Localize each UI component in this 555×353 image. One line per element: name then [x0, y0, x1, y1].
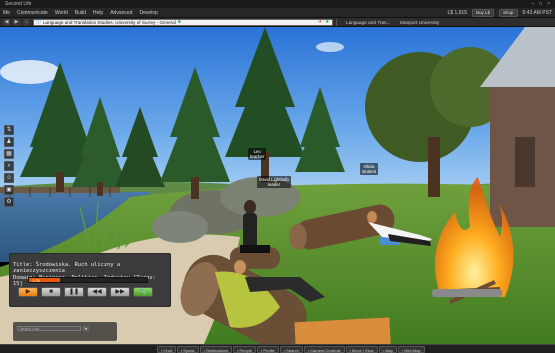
chat-input[interactable]: Nearby chat — [17, 326, 81, 331]
location-status-icons: ✈ ★ — [318, 18, 330, 25]
people-button-label: People — [239, 347, 252, 353]
menu-world[interactable]: World — [55, 10, 68, 16]
search-icon: ▪ — [283, 347, 286, 353]
move-icon: ▪ — [349, 347, 351, 353]
camera-controls-button[interactable]: ▪Camera Controls — [303, 345, 345, 353]
walk-icon[interactable]: ⇅ — [4, 125, 14, 135]
cloud — [0, 60, 60, 84]
settings-icon[interactable]: ⚙ — [4, 197, 14, 207]
fire-pit — [432, 289, 502, 297]
location-text[interactable]: Language and Translation Studies, Univer… — [43, 20, 176, 25]
inventory-icon[interactable]: ▦ — [4, 149, 14, 159]
window-title: Second Life — [5, 1, 32, 7]
nearby-chat-box: Nearby chat ▾ — [13, 322, 117, 341]
avatar-status: reader — [267, 182, 281, 187]
location-bar[interactable]: ⓘ Language and Translation Studies, Univ… — [33, 18, 333, 26]
camera-controls-button-label: Camera Controls — [310, 347, 341, 353]
menu-me[interactable]: Me — [3, 10, 10, 16]
menu-help[interactable]: Help — [93, 10, 103, 16]
gestures-icon[interactable]: ☺ — [4, 173, 14, 183]
menu-bar: Me Communicate World Build Help Advanced… — [0, 8, 555, 18]
maximize-button[interactable]: □ — [539, 1, 542, 7]
people-icon: ▪ — [237, 347, 239, 353]
rock — [152, 211, 208, 243]
map-button-label: Map — [385, 347, 393, 353]
bottom-toolbar: ▪Chat ▪Speak ▪Destinations ▪People ▪Prof… — [0, 344, 555, 353]
appearance-icon[interactable]: ♟ — [4, 137, 14, 147]
building-door — [515, 137, 535, 187]
mini-map-button-label: Mini-Map — [404, 347, 421, 353]
rewind-icon[interactable]: ◀◀ — [87, 287, 107, 297]
search-icon[interactable]: ⌕ — [4, 161, 14, 171]
avatar-status: student — [362, 169, 377, 174]
people-button[interactable]: ▪People — [233, 345, 256, 353]
play-icon[interactable]: ▶ — [18, 287, 38, 297]
map-icon: ▪ — [382, 347, 385, 353]
wrench-icon[interactable]: 🔧 — [133, 287, 153, 297]
chat-button[interactable]: ▪Chat — [157, 345, 176, 353]
window-title-bar[interactable]: Second Life – □ × — [0, 0, 555, 8]
menu-develop[interactable]: Develop — [139, 10, 157, 16]
favorite-landmark-1[interactable]: Language and Tran... — [346, 20, 391, 25]
pause-icon[interactable]: ❚❚ — [64, 287, 84, 297]
speak-button-label: Speak — [183, 347, 195, 353]
close-button[interactable]: × — [547, 1, 550, 7]
snapshot-icon[interactable]: ▣ — [4, 185, 14, 195]
map-button[interactable]: ▪Map — [378, 345, 397, 353]
home-icon[interactable]: ⌂ — [23, 18, 30, 26]
search-button-label: Search — [286, 347, 299, 353]
log-end — [289, 224, 307, 250]
search-button[interactable]: ▪Search — [279, 345, 303, 353]
profile-button[interactable]: ▪Profile — [256, 345, 279, 353]
left-toolbar: ⇅ ♟ ▦ ⌕ ☺ ▣ ⚙ — [4, 125, 14, 207]
buy-currency-button[interactable]: Buy L$ — [472, 8, 495, 17]
info-icon[interactable]: ⓘ — [36, 19, 41, 25]
move-view-button-label: Move / View — [351, 347, 374, 353]
move-view-button[interactable]: ▪Move / View — [345, 345, 378, 353]
no-fly-icon: ✈ — [318, 18, 323, 25]
profile-button-label: Profile — [263, 347, 275, 353]
menu-communicate[interactable]: Communicate — [17, 10, 48, 16]
chat-button-label: Chat — [163, 347, 172, 353]
forward-arrow-icon[interactable]: ▶ — [13, 18, 20, 26]
media-title-line: Title: Środowiska. Ruch uliczny a zaniec… — [13, 262, 121, 275]
navigation-bar: ◀ ▶ ⌂ ⓘ Language and Translation Studies… — [0, 18, 555, 27]
menu-advanced[interactable]: Advanced — [110, 10, 132, 16]
avatar-nametag: Olivia student — [360, 163, 379, 175]
rating-badge-icon: ■ — [177, 18, 181, 25]
shop-button[interactable]: Shop — [499, 8, 518, 17]
fast-forward-icon[interactable]: ▶▶ — [110, 287, 130, 297]
mini-map-button[interactable]: ▪Mini-Map — [397, 345, 425, 353]
menu-build[interactable]: Build — [75, 10, 86, 16]
speak-button[interactable]: ▪Speak — [176, 345, 199, 353]
clock: 5:43 AM PST — [522, 9, 552, 16]
avatar-nametag: Leo teacher — [248, 148, 267, 160]
media-controls: ▶ ■ ❚❚ ◀◀ ▶▶ 🔧 — [18, 287, 153, 297]
cloud — [316, 42, 344, 52]
back-arrow-icon[interactable]: ◀ — [3, 18, 10, 26]
destination-icon: ▪ — [203, 347, 206, 353]
stop-icon[interactable]: ■ — [41, 287, 61, 297]
nav-divider — [336, 18, 337, 26]
linden-balance: L$ 1,915 — [447, 9, 467, 16]
avatar-status: teacher — [250, 154, 265, 159]
chevron-down-icon[interactable]: ▾ — [83, 326, 89, 331]
star-icon[interactable]: ★ — [325, 19, 330, 25]
menu-status-area: L$ 1,915 Buy L$ Shop 5:43 AM PST — [447, 8, 552, 17]
destinations-button-label: Destinations — [206, 347, 229, 353]
oak-tree-trunk — [428, 137, 440, 197]
media-progress-bar[interactable]: 1:25 — [28, 277, 148, 283]
avatar-nametag: David Lightbulb reader — [257, 176, 291, 188]
minimize-button[interactable]: – — [531, 1, 534, 7]
window-controls: – □ × — [531, 1, 550, 7]
favorite-landmark-2[interactable]: Stanport University — [400, 20, 440, 25]
destinations-button[interactable]: ▪Destinations — [199, 345, 233, 353]
media-time: 1:25 — [32, 278, 40, 283]
